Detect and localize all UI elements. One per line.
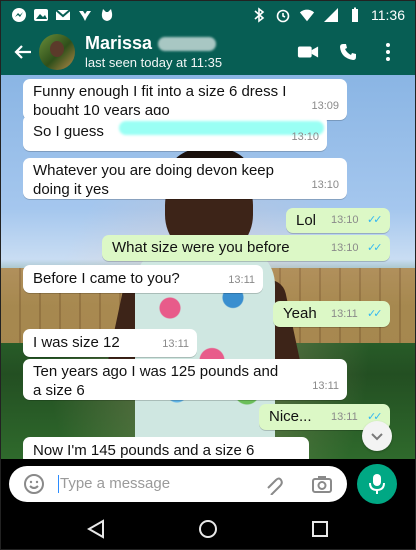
message-line: What size were you before <box>112 239 290 256</box>
last-seen: last seen today at 11:35 <box>85 54 223 70</box>
video-call-button[interactable] <box>297 41 319 63</box>
chat-header: Marissa last seen today at 11:35 <box>1 29 415 75</box>
nav-recents-button[interactable] <box>307 516 333 542</box>
message-line: Now I'm 145 pounds and a size 6 <box>33 442 255 459</box>
sports-icon <box>77 7 93 23</box>
attach-icon <box>267 477 283 495</box>
message-text: Ten years ago I was 125 pounds and a siz… <box>33 362 278 400</box>
cat-icon <box>99 7 115 23</box>
nav-back-button[interactable] <box>83 516 109 542</box>
message-bubble-outgoing[interactable]: What size were you before 13:10 ✓✓ <box>102 235 390 261</box>
camera-icon <box>312 476 332 493</box>
message-input-placeholder: Type a message <box>60 475 171 492</box>
home-circle-icon <box>199 520 217 538</box>
nav-home-button[interactable] <box>195 516 221 542</box>
message-bubble-outgoing[interactable]: Lol 13:10 ✓✓ <box>286 208 390 233</box>
message-time: 13:11 <box>312 380 339 392</box>
contact-name-row: Marissa <box>85 33 222 54</box>
read-ticks-icon: ✓✓ <box>367 308 383 320</box>
message-line: a size 6 <box>33 382 85 399</box>
redaction-mark <box>158 36 217 51</box>
video-call-icon <box>297 46 319 58</box>
more-options-button[interactable] <box>377 41 399 63</box>
status-bar: 11:36 <box>1 1 415 29</box>
message-line: Whatever you are doing devon keep <box>33 162 274 179</box>
message-line: I was size 12 <box>33 334 120 351</box>
message-time: 13:11 <box>331 411 358 423</box>
message-line: Nice... <box>269 408 312 425</box>
message-time: 13:11 <box>228 274 255 286</box>
attach-button[interactable] <box>261 473 283 495</box>
voice-message-button[interactable] <box>357 464 397 504</box>
android-nav-bar <box>1 509 415 549</box>
message-line: So I guess <box>33 123 104 140</box>
message-text: Whatever you are doing devon keep doing … <box>33 161 274 199</box>
message-line: Ten years ago I was 125 pounds and <box>33 363 279 380</box>
battery-icon <box>347 7 363 23</box>
chat-area[interactable]: Funny enough I fit into a size 6 dress I… <box>1 75 415 459</box>
contact-title[interactable]: Marissa last seen today at 11:35 <box>85 33 222 71</box>
message-composer: Type a message <box>1 459 415 509</box>
message-bubble-incoming[interactable]: Before I came to you? 13:11 <box>23 265 263 293</box>
back-arrow-icon <box>14 45 31 59</box>
message-bubble-outgoing[interactable]: Yeah 13:11 ✓✓ <box>273 301 390 327</box>
message-bubble-incoming[interactable]: So I guess 13:10 <box>23 115 327 151</box>
messenger-icon <box>11 7 27 23</box>
message-bubble-incoming[interactable]: Ten years ago I was 125 pounds and a siz… <box>23 359 347 400</box>
back-triangle-icon <box>86 519 104 539</box>
message-time: 13:10 <box>331 214 359 226</box>
alarm-icon <box>275 7 291 23</box>
status-right: 11:36 <box>251 7 415 23</box>
message-line: Lol <box>296 212 317 229</box>
signal-icon <box>323 7 339 23</box>
message-line: Funny enough I fit into a size 6 dress I <box>33 83 287 100</box>
status-time: 11:36 <box>371 7 405 23</box>
message-time: 13:10 <box>331 242 359 254</box>
more-vert-icon <box>386 43 390 61</box>
read-ticks-icon: ✓✓ <box>367 242 383 254</box>
message-time: 13:11 <box>331 308 358 320</box>
emoji-button[interactable] <box>23 473 45 495</box>
message-time: 13:10 <box>291 131 319 143</box>
camera-button[interactable] <box>311 473 333 495</box>
emoji-icon <box>24 474 44 494</box>
message-time: 13:10 <box>311 179 339 191</box>
scroll-to-bottom-button[interactable] <box>362 421 392 451</box>
message-bubble-incoming[interactable]: I was size 12 13:11 <box>23 329 197 357</box>
gmail-icon <box>55 7 71 23</box>
text-cursor <box>58 475 59 493</box>
message-line: doing it yes <box>33 181 109 198</box>
back-button[interactable] <box>9 38 37 66</box>
gallery-icon <box>33 7 49 23</box>
contact-avatar[interactable] <box>39 34 75 70</box>
contact-name: Marissa <box>85 33 153 54</box>
message-time: 13:11 <box>162 338 189 350</box>
bluetooth-icon <box>251 7 267 23</box>
read-ticks-icon: ✓✓ <box>367 214 383 226</box>
message-line: Yeah <box>283 305 317 322</box>
message-bubble-incoming[interactable]: Funny enough I fit into a size 6 dress I… <box>23 79 347 120</box>
message-time: 13:09 <box>311 100 339 112</box>
message-bubble-incoming[interactable]: Whatever you are doing devon keep doing … <box>23 158 347 199</box>
status-left <box>1 7 115 23</box>
recents-square-icon <box>312 521 328 537</box>
mic-icon <box>369 474 385 494</box>
header-actions <box>297 41 415 63</box>
call-icon <box>340 44 356 60</box>
wifi-icon <box>299 7 315 23</box>
message-line: Before I came to you? <box>33 270 180 287</box>
voice-call-button[interactable] <box>337 41 359 63</box>
message-bubble-incoming[interactable]: Now I'm 145 pounds and a size 6 <box>23 437 309 459</box>
phone-screen: 11:36 Marissa last seen today at 11:35 F… <box>0 0 416 550</box>
chevron-down-icon <box>371 433 383 441</box>
message-input-box[interactable]: Type a message <box>9 466 347 502</box>
